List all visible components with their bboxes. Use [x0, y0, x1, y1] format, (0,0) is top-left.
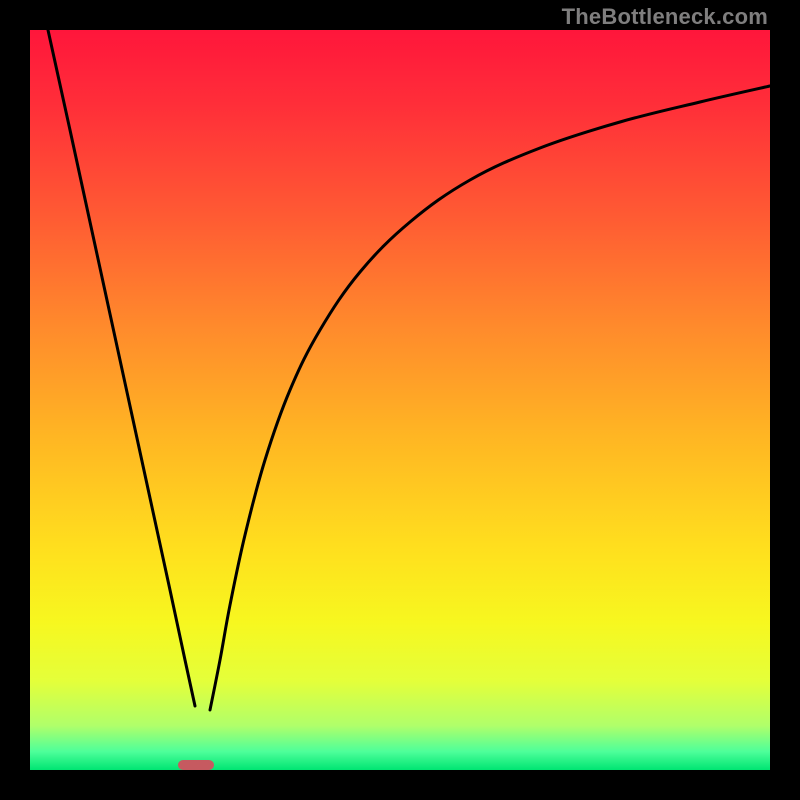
gradient-fill [30, 30, 770, 770]
plot-area [30, 30, 770, 770]
optimal-marker [178, 760, 214, 770]
watermark-text: TheBottleneck.com [562, 4, 768, 30]
gradient-and-curve [30, 30, 770, 770]
chart-frame: TheBottleneck.com [0, 0, 800, 800]
